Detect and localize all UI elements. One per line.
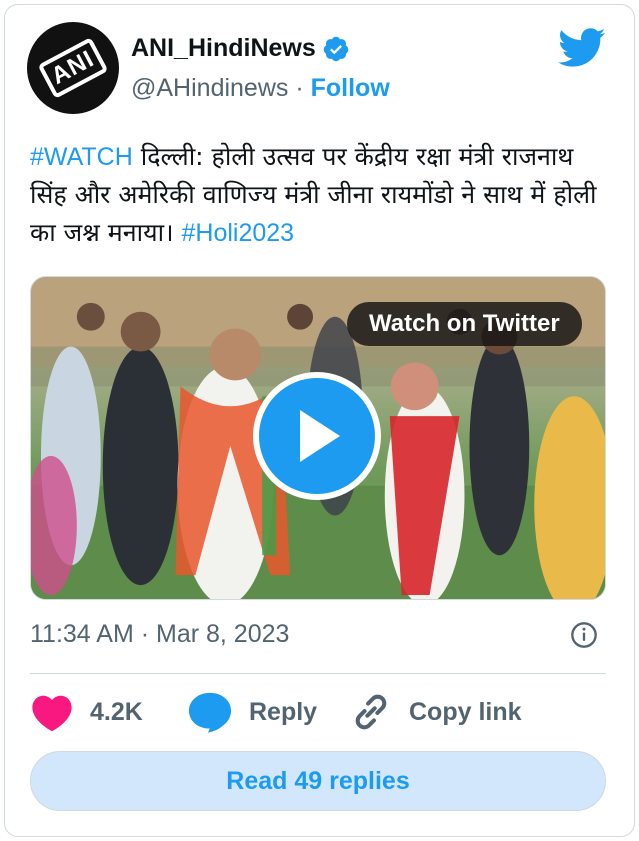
like-button[interactable]: 4.2K <box>30 690 143 734</box>
heart-icon <box>32 695 72 732</box>
ani-logo: ANI <box>37 37 109 99</box>
hashtag-watch[interactable]: #WATCH <box>30 143 133 171</box>
link-icon <box>355 694 387 730</box>
handle-separator: · <box>295 74 304 102</box>
author-handle[interactable]: @AHindinews <box>131 74 288 102</box>
hashtag-holi[interactable]: #Holi2023 <box>182 219 295 247</box>
play-button[interactable] <box>253 372 381 500</box>
tweet-timestamp[interactable]: 11:34 AM · Mar 8, 2023 <box>30 620 289 649</box>
reply-button[interactable]: Reply <box>187 690 317 734</box>
divider <box>30 673 606 674</box>
twitter-bird-icon[interactable] <box>558 28 606 68</box>
info-icon[interactable] <box>570 621 598 649</box>
tweet-text: #WATCH दिल्ली: होली उत्सव पर केंद्रीय रक… <box>30 138 615 252</box>
watch-on-twitter-button[interactable]: Watch on Twitter <box>347 302 582 346</box>
read-replies-button[interactable]: Read 49 replies <box>30 751 606 811</box>
like-count: 4.2K <box>90 697 143 726</box>
author-handle-row: @AHindinews · Follow <box>131 74 390 103</box>
author-display-name[interactable]: ANI_HindiNews <box>131 34 316 63</box>
avatar[interactable]: ANI <box>27 22 119 114</box>
verified-badge-icon <box>323 36 349 61</box>
copy-link-label: Copy link <box>409 697 522 726</box>
follow-link[interactable]: Follow <box>311 74 390 102</box>
play-icon <box>300 410 340 462</box>
author-name-row[interactable]: ANI_HindiNews <box>131 34 350 63</box>
copy-link-button[interactable]: Copy link <box>349 690 522 734</box>
reply-bubble-icon <box>188 692 232 733</box>
reply-label: Reply <box>249 697 318 726</box>
